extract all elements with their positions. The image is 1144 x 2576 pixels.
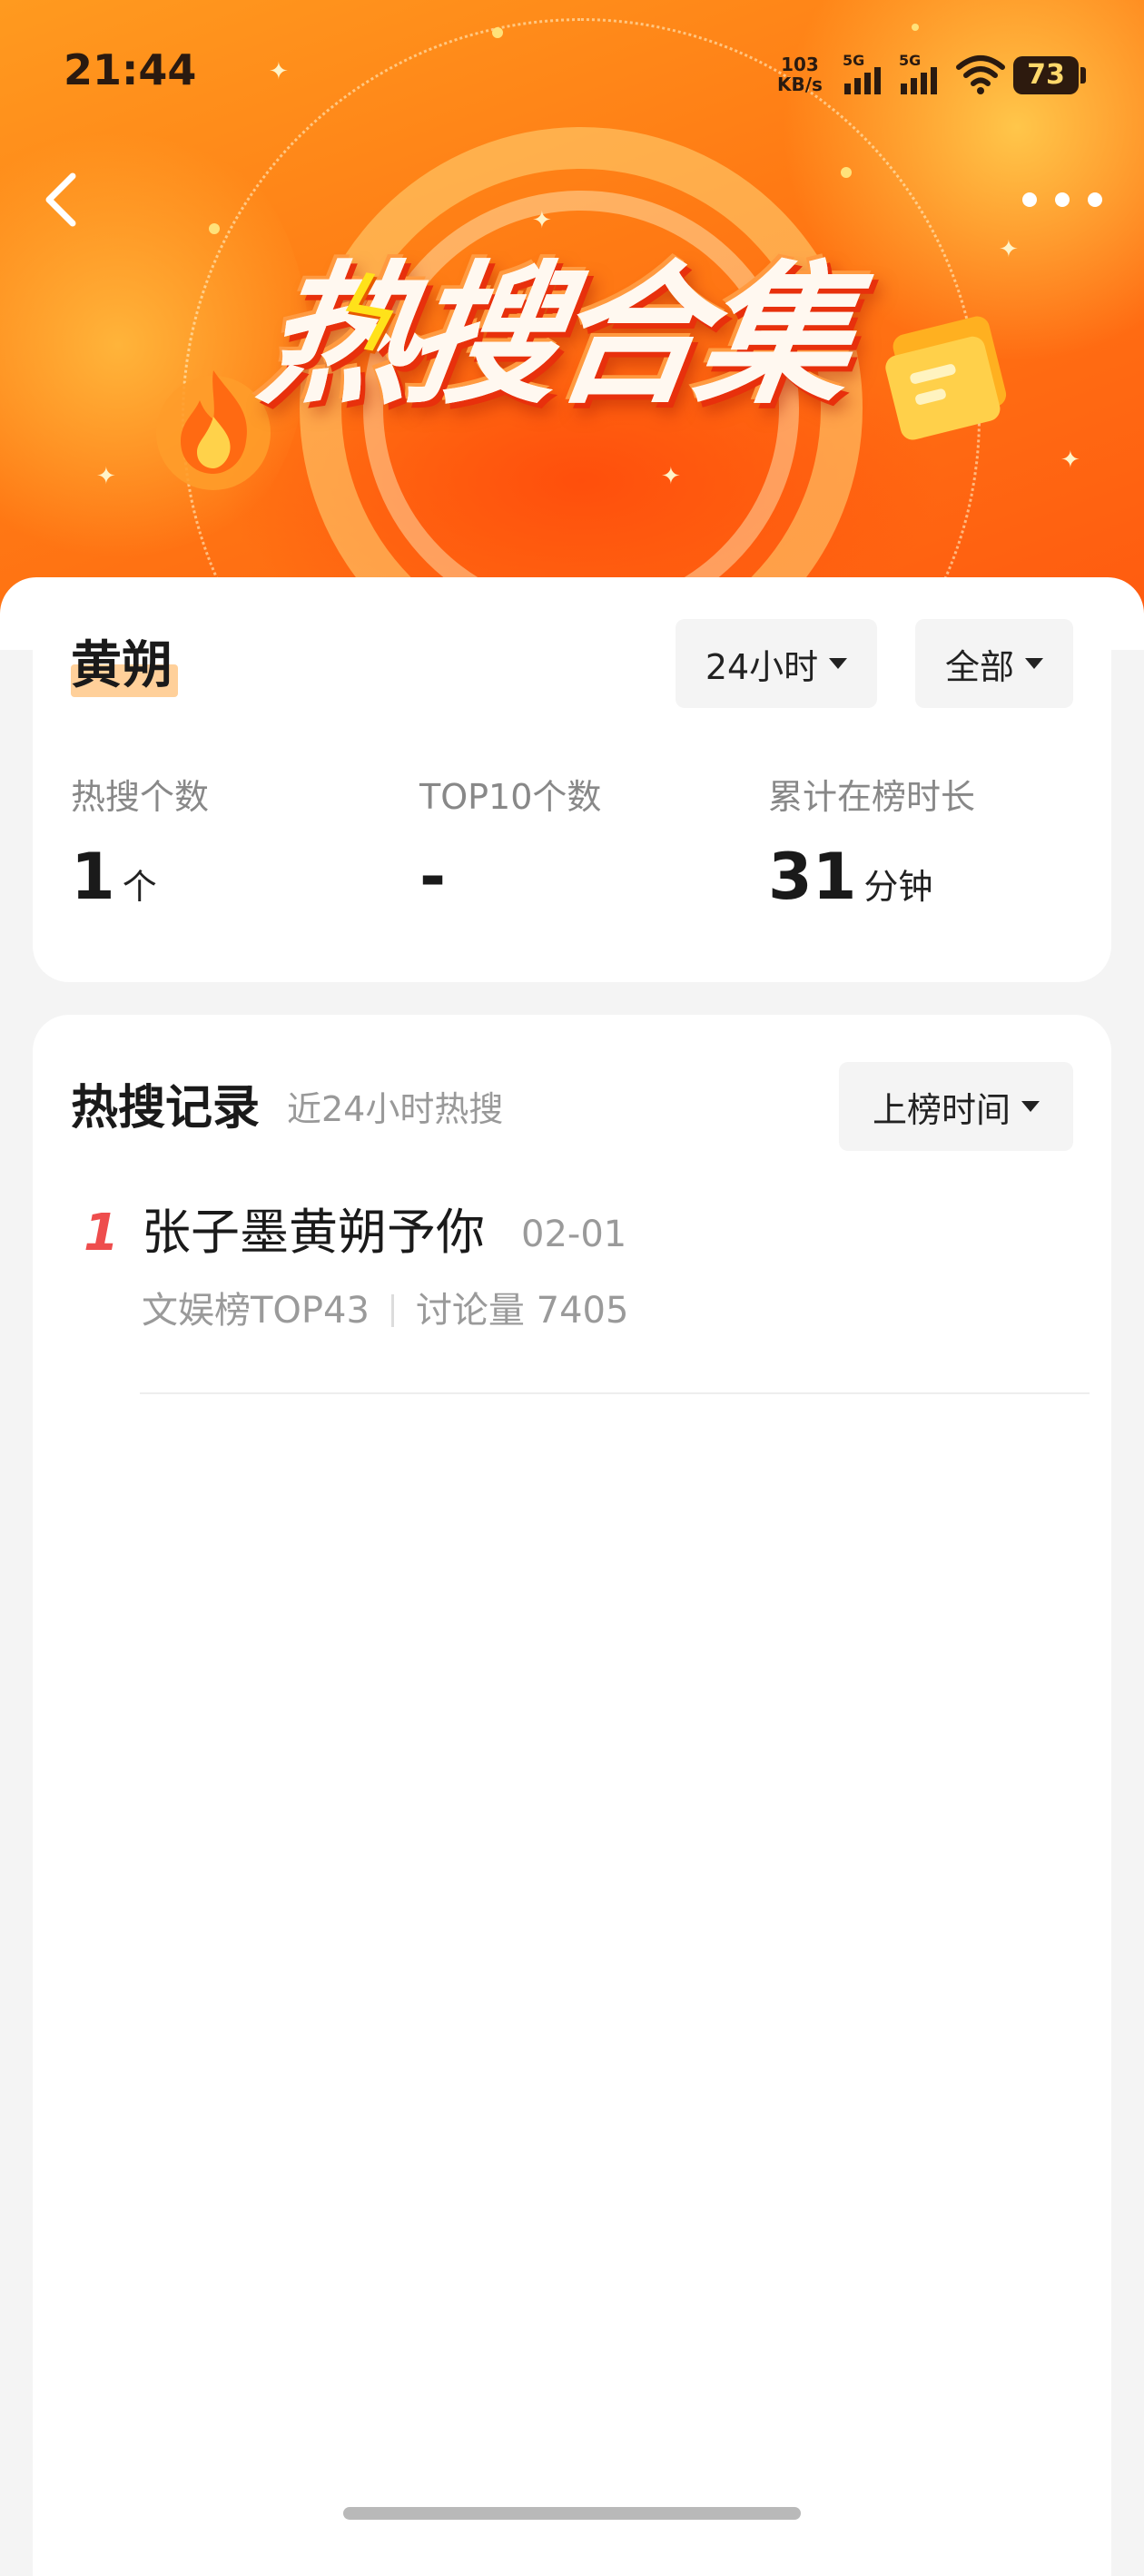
stat-label: 热搜个数 [71, 777, 210, 817]
topic-name: 黄朔 [71, 636, 173, 695]
network-speed-unit: KB/s [777, 74, 823, 95]
rank-number: 1 [84, 1204, 119, 1263]
stat-value-row: 1个 [71, 841, 209, 923]
sparkle-icon: ✦ [532, 207, 552, 234]
record-discussion: 讨论量 7405 [415, 1290, 629, 1332]
records-card: 热搜记录 近24小时热搜 上榜时间 1 张子墨黄朔予你 02-01 文娱榜TOP… [33, 1015, 1111, 2576]
signal-icon: 5G [899, 52, 937, 94]
record-title: 张子墨黄朔予你 [142, 1204, 485, 1261]
sim2-label: 5G [899, 52, 921, 69]
network-speed: 103 KB/s [777, 54, 823, 94]
stat-value-row: - [419, 841, 601, 923]
caret-down-icon [1021, 1101, 1040, 1112]
list-divider [140, 1392, 1090, 1394]
battery-icon: 73 [1013, 56, 1079, 94]
list-item[interactable]: 1 张子墨黄朔予你 02-01 文娱榜TOP43 讨论量 7405 [33, 1196, 1111, 1396]
sort-label: 上榜时间 [872, 1089, 1011, 1130]
type-filter-dropdown[interactable]: 全部 [915, 619, 1073, 708]
record-board: 文娱榜TOP43 [142, 1290, 370, 1332]
time-range-dropdown[interactable]: 24小时 [676, 619, 877, 708]
sparkle-icon: ✦ [661, 463, 681, 490]
section-subtitle: 近24小时热搜 [287, 1089, 504, 1129]
back-arrow-icon [45, 172, 76, 227]
summary-card: 黄朔 24小时 全部 热搜个数 1个 TOP10个数 - 累计在榜时长 31 分钟 [33, 577, 1111, 982]
stat-value: 1 [71, 840, 115, 914]
stat-label: TOP10个数 [419, 777, 602, 817]
home-indicator[interactable] [343, 2507, 801, 2520]
stat-total-duration: 累计在榜时长 31 分钟 [768, 775, 975, 923]
record-date: 02-01 [521, 1214, 627, 1255]
sparkle-dot [209, 223, 220, 234]
type-filter-label: 全部 [944, 646, 1014, 687]
sim1-label: 5G [843, 52, 864, 69]
sort-dropdown[interactable]: 上榜时间 [839, 1062, 1073, 1151]
stat-value: 31 [768, 840, 857, 914]
sparkle-dot [841, 167, 852, 178]
more-button[interactable] [1017, 182, 1108, 218]
status-time: 21:44 [64, 45, 197, 94]
topic-name-wrapper: 黄朔 [71, 630, 178, 703]
stat-unit: 个 [122, 867, 157, 907]
stat-value: - [419, 840, 447, 914]
stat-top10-count: TOP10个数 - [419, 775, 601, 923]
meta-divider [390, 1294, 394, 1327]
time-range-label: 24小时 [705, 646, 819, 687]
record-meta: 文娱榜TOP43 讨论量 7405 [142, 1283, 628, 1338]
stat-hot-count: 热搜个数 1个 [71, 775, 209, 923]
stat-unit: 分钟 [863, 867, 933, 907]
battery-tip [1080, 67, 1086, 84]
sparkle-icon: ✦ [96, 463, 116, 490]
sparkle-icon: ✦ [1060, 447, 1080, 474]
back-button[interactable] [36, 163, 91, 236]
wifi-icon [956, 55, 1005, 94]
more-dots-icon [1022, 192, 1102, 207]
sparkle-icon: ✦ [999, 236, 1019, 263]
stat-value-row: 31 分钟 [768, 841, 975, 923]
section-title: 热搜记录 [71, 1081, 261, 1136]
caret-down-icon [829, 658, 848, 669]
status-bar: 21:44 103 KB/s 5G 5G 73 [0, 0, 1144, 145]
signal-icon: 5G [843, 52, 881, 94]
network-speed-value: 103 [781, 54, 819, 75]
stat-label: 累计在榜时长 [768, 777, 976, 817]
caret-down-icon [1025, 658, 1043, 669]
